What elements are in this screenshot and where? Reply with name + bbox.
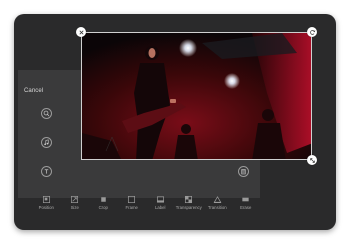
delete-button[interactable] (238, 166, 249, 177)
rotate-icon (309, 29, 315, 35)
close-icon (78, 29, 84, 35)
bottom-toolbar: Position Size Crop Frame Label Transpare… (32, 192, 260, 212)
music-note-icon (44, 139, 49, 146)
tool-position[interactable]: Position (32, 192, 61, 212)
tool-frame-label: Frame (125, 205, 138, 210)
tool-transparency-label: Transparency (175, 205, 202, 210)
tool-transition[interactable]: Transition (203, 192, 232, 212)
tool-label[interactable]: Label (146, 192, 175, 212)
label-icon (156, 196, 164, 203)
tool-erase-label: Erase (240, 205, 252, 210)
resize-layer-handle[interactable] (307, 155, 317, 165)
position-icon (42, 195, 50, 204)
tool-transparency[interactable]: Transparency (175, 192, 204, 212)
erase-icon (242, 197, 249, 202)
concert-stage-photo (82, 33, 311, 159)
tool-frame[interactable]: Frame (118, 192, 147, 212)
tool-size[interactable]: Size (61, 192, 90, 212)
cancel-button[interactable]: Cancel (24, 88, 43, 94)
transparency-icon (185, 195, 193, 204)
tool-crop-label: Crop (98, 205, 108, 210)
transition-icon (213, 196, 222, 204)
tool-position-label: Position (38, 205, 54, 210)
text-tool-button[interactable] (41, 166, 52, 177)
photo-layer[interactable] (81, 32, 312, 160)
trash-icon (241, 169, 246, 175)
tool-erase[interactable]: Erase (232, 192, 261, 212)
rotate-layer-handle[interactable] (307, 27, 317, 37)
tool-label-label: Label (154, 205, 166, 210)
tool-crop[interactable]: Crop (89, 192, 118, 212)
music-tool-button[interactable] (41, 137, 52, 148)
tool-transition-label: Transition (207, 205, 227, 210)
size-icon (71, 195, 79, 204)
frame-icon (128, 195, 136, 204)
text-icon (44, 169, 49, 174)
zoom-tool-button[interactable] (41, 108, 52, 119)
delete-layer-handle[interactable] (76, 27, 86, 37)
zoom-icon (43, 110, 50, 117)
resize-arrows-icon (309, 157, 315, 163)
crop-icon (101, 197, 106, 202)
tool-size-label: Size (70, 205, 79, 210)
